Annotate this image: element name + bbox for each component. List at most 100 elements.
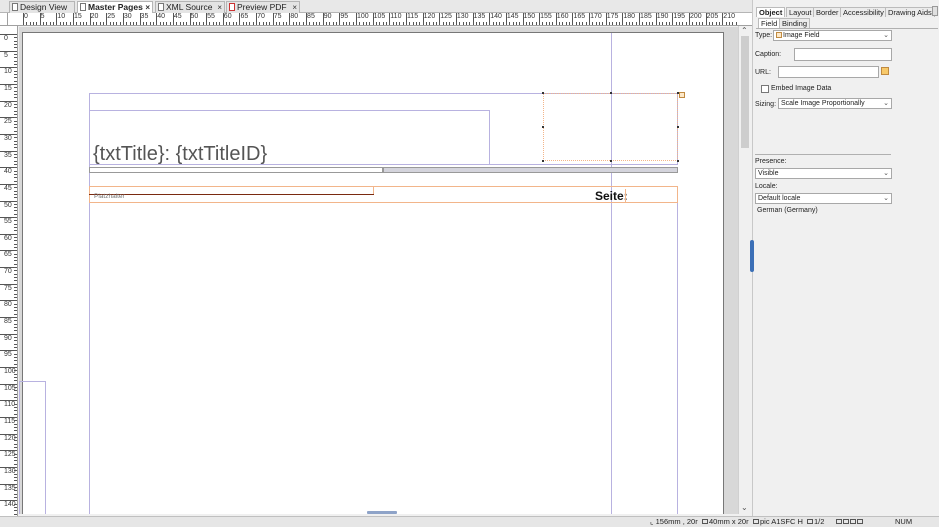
vertical-ruler[interactable]: 0 5 10 15 20 25 30 35 40 45 50 55 60 65 70 75 80 85 90 95 10…	[0, 26, 18, 516]
ruler-minor-tick	[552, 22, 554, 25]
view-icon[interactable]	[843, 519, 849, 524]
panel-collapse-handle[interactable]	[750, 240, 754, 272]
resize-handle[interactable]	[677, 126, 679, 128]
canvas-scroll-indicator[interactable]	[367, 511, 397, 514]
ruler-minor-tick	[14, 153, 17, 155]
ruler-minor-tick	[14, 443, 17, 445]
ruler-minor-tick	[14, 343, 17, 345]
tab-object[interactable]: Object	[756, 7, 786, 17]
scroll-down-icon[interactable]: ⌄	[741, 503, 748, 512]
ruler-label: 210	[723, 13, 735, 20]
ruler-minor-tick	[312, 22, 314, 25]
tab-drawing-aids[interactable]: Drawing Aids	[885, 7, 935, 17]
embed-image-checkbox[interactable]	[761, 85, 769, 93]
view-icon[interactable]	[836, 519, 842, 524]
panel-menu-icon[interactable]	[932, 6, 938, 16]
tab-design-view[interactable]: Design View	[9, 1, 75, 13]
design-canvas[interactable]: {txtTitle}: {txtTitleID} Platzhalter Sei…	[19, 27, 738, 514]
tab-layout[interactable]: Layout	[786, 7, 815, 17]
subtab-field[interactable]: Field	[758, 18, 781, 28]
close-icon[interactable]: ×	[145, 2, 150, 13]
tab-preview-pdf[interactable]: Preview PDF ×	[226, 1, 300, 13]
separator-line-left[interactable]	[89, 167, 383, 173]
ruler-tick	[322, 13, 324, 25]
ruler-minor-tick	[14, 297, 17, 299]
scroll-up-icon[interactable]: ⌃	[741, 26, 748, 35]
ruler-minor-tick	[14, 93, 17, 95]
ruler-minor-tick	[286, 22, 288, 25]
ruler-minor-tick	[615, 22, 617, 25]
ruler-minor-tick	[99, 22, 101, 25]
sizing-select[interactable]: Scale Image Proportionally ⌄	[778, 98, 892, 109]
resize-handle[interactable]	[542, 160, 544, 162]
ruler-minor-tick	[545, 22, 547, 25]
ruler-minor-tick	[715, 22, 717, 25]
resize-handle[interactable]	[542, 126, 544, 128]
ruler-label: 20	[4, 101, 12, 109]
ruler-minor-tick	[14, 370, 17, 372]
ruler-label: 20	[90, 13, 99, 20]
ruler-tick	[356, 13, 357, 25]
master-page[interactable]: {txtTitle}: {txtTitleID} Platzhalter Sei…	[19, 32, 724, 514]
ruler-tick	[0, 250, 17, 252]
tab-accessibility[interactable]: Accessibility	[840, 7, 887, 17]
ruler-minor-tick	[535, 22, 537, 25]
ruler-minor-tick	[14, 43, 17, 45]
ruler-label: 60	[223, 13, 232, 20]
chevron-down-icon: ⌄	[883, 100, 889, 107]
ruler-minor-tick	[14, 40, 17, 42]
ruler-tick	[0, 50, 17, 52]
ruler-label: 190	[656, 13, 669, 20]
view-mode-icons[interactable]	[836, 517, 864, 527]
presence-select[interactable]: Visible ⌄	[755, 168, 892, 179]
ruler-minor-tick	[419, 22, 421, 25]
ruler-minor-tick	[14, 143, 17, 145]
vertical-scrollbar[interactable]: ⌃ ⌄	[738, 26, 750, 514]
ruler-minor-tick	[266, 22, 268, 25]
tab-border[interactable]: Border	[813, 7, 842, 17]
ruler-minor-tick	[369, 22, 371, 25]
image-field-selected[interactable]	[543, 93, 678, 161]
caption-field[interactable]	[794, 48, 892, 61]
ruler-minor-tick	[352, 22, 354, 25]
ruler-minor-tick	[14, 313, 17, 315]
xml-icon	[158, 3, 164, 11]
ruler-minor-tick	[149, 22, 151, 25]
ruler-minor-tick	[186, 22, 188, 25]
ruler-label: 95	[340, 13, 349, 20]
chevron-down-icon: ⌄	[883, 195, 889, 202]
resize-handle[interactable]	[610, 92, 612, 94]
view-icon[interactable]	[850, 519, 856, 524]
view-icon[interactable]	[857, 519, 863, 524]
locale-select[interactable]: Default locale ⌄	[755, 193, 892, 204]
divider	[755, 154, 891, 155]
ruler-minor-tick	[449, 22, 451, 25]
side-content-area[interactable]	[19, 381, 46, 514]
ruler-minor-tick	[146, 22, 148, 25]
ruler-minor-tick	[14, 57, 17, 59]
resize-handle[interactable]	[677, 160, 679, 162]
separator-line-right[interactable]	[383, 167, 678, 173]
url-field[interactable]	[778, 66, 879, 78]
ruler-minor-tick	[469, 22, 471, 25]
ruler-minor-tick	[219, 22, 221, 25]
resize-handle[interactable]	[610, 160, 612, 162]
subtab-label: Field	[761, 19, 778, 28]
scrollbar-thumb[interactable]	[741, 36, 749, 148]
tab-xml-source[interactable]: XML Source ×	[155, 1, 225, 13]
ruler-minor-tick	[14, 456, 17, 458]
type-select[interactable]: Image Field ⌄	[773, 30, 892, 41]
ruler-minor-tick	[14, 340, 17, 342]
subtab-binding[interactable]: Binding	[779, 18, 811, 28]
ruler-minor-tick	[14, 173, 17, 175]
ruler-label: 90	[323, 13, 332, 20]
ruler-minor-tick	[14, 163, 17, 165]
close-icon[interactable]: ×	[292, 2, 297, 13]
ruler-minor-tick	[14, 423, 17, 425]
resize-handle[interactable]	[542, 92, 544, 94]
close-icon[interactable]: ×	[217, 2, 222, 13]
ruler-minor-tick	[579, 22, 581, 25]
browse-folder-icon[interactable]	[881, 67, 889, 75]
horizontal-ruler[interactable]: 0 5 10 15 20 25 30 35 40 45 50 55 60 65 70 75 80 85 90 95 10…	[8, 13, 752, 26]
ruler-minor-tick	[14, 273, 17, 275]
